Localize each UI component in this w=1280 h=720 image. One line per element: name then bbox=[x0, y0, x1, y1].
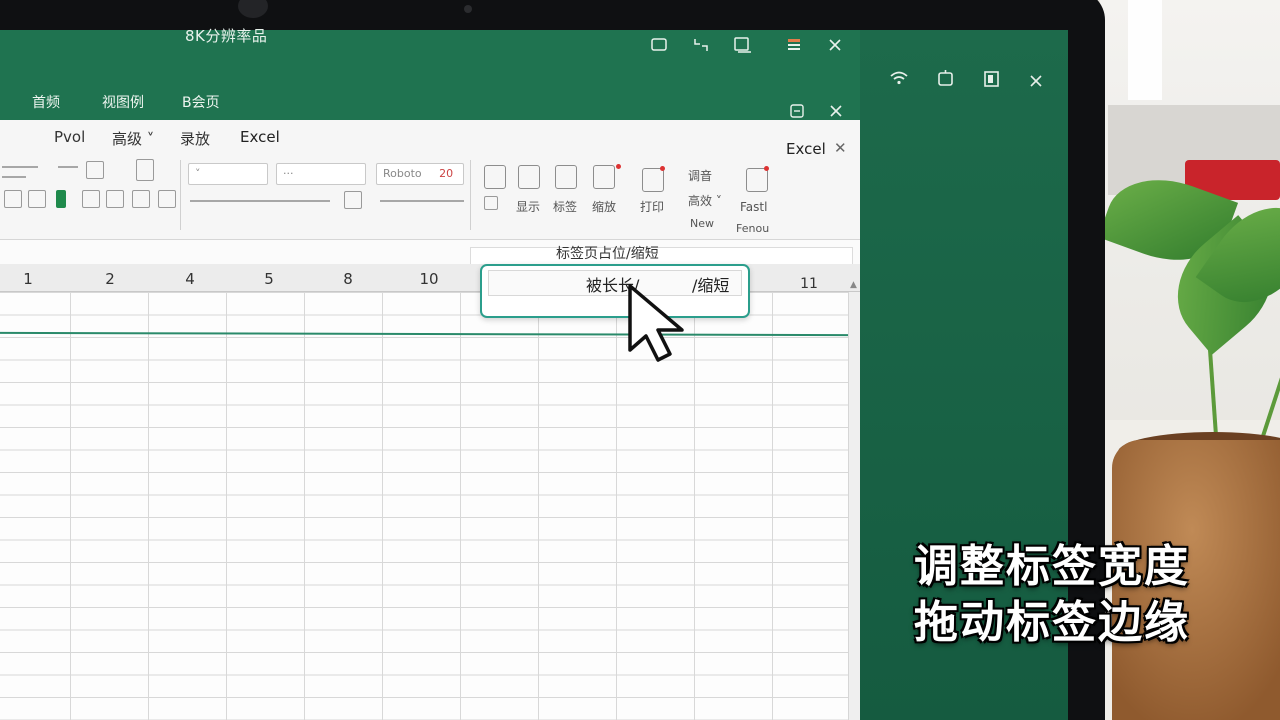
format-icon[interactable] bbox=[28, 190, 46, 208]
divider bbox=[180, 160, 181, 230]
merge-tools[interactable] bbox=[380, 200, 464, 202]
fast-label[interactable]: Fastl bbox=[740, 200, 767, 214]
close-icon[interactable]: ✕ bbox=[834, 139, 847, 157]
present-icon[interactable] bbox=[733, 36, 751, 54]
zoom-icon[interactable] bbox=[593, 165, 615, 189]
font-size: 20 bbox=[439, 167, 454, 180]
efficient-dropdown[interactable]: 高效 ˅ bbox=[688, 192, 722, 209]
caption-line-2: 拖动标签边缘 bbox=[914, 597, 1190, 648]
app-title: 8K分辨率品 bbox=[185, 27, 268, 45]
badge-dot bbox=[616, 164, 621, 169]
window-light bbox=[1128, 0, 1162, 100]
window-icon[interactable] bbox=[937, 69, 955, 87]
group-label[interactable]: 打印 bbox=[640, 198, 664, 215]
column-header[interactable]: 2 bbox=[90, 270, 130, 288]
format-icon[interactable] bbox=[82, 190, 100, 208]
column-header[interactable]: 11 bbox=[789, 276, 829, 292]
format-icon[interactable] bbox=[158, 190, 176, 208]
vertical-scrollbar[interactable] bbox=[848, 292, 860, 720]
panel-icon[interactable] bbox=[983, 70, 1001, 88]
green-fill-icon[interactable] bbox=[56, 190, 66, 208]
spreadsheet-grid[interactable] bbox=[0, 292, 848, 720]
format-icon[interactable] bbox=[4, 190, 22, 208]
close-icon[interactable] bbox=[826, 36, 844, 54]
font-name-field[interactable]: Roboto 20 bbox=[376, 163, 464, 185]
collapse-icon[interactable] bbox=[692, 36, 710, 54]
new-button[interactable]: New bbox=[690, 217, 714, 230]
tab-excel[interactable]: Excel bbox=[240, 128, 280, 146]
excel-badge: Excel bbox=[786, 140, 826, 158]
badge-dot bbox=[764, 166, 769, 171]
display-icon[interactable] bbox=[518, 165, 540, 189]
column-header[interactable]: 8 bbox=[328, 270, 368, 288]
divider bbox=[470, 160, 471, 230]
close-icon[interactable] bbox=[827, 102, 847, 122]
checkbox[interactable] bbox=[484, 196, 498, 210]
tab-advanced[interactable]: 高级 ˅ bbox=[112, 128, 154, 149]
restore-icon[interactable] bbox=[788, 102, 808, 122]
border-tools[interactable] bbox=[190, 200, 330, 202]
menu-item[interactable]: 首频 bbox=[32, 92, 60, 112]
title-bar bbox=[0, 30, 860, 90]
sheet-icon[interactable] bbox=[785, 36, 803, 54]
hint-label: 标签页占位/缩短 bbox=[556, 246, 659, 262]
close-icon[interactable] bbox=[1028, 73, 1044, 89]
print-icon[interactable] bbox=[642, 168, 664, 192]
photo-scene: 8K分辨率品 首频 视图例 B会页 Pvol 高级 ˅ 录放 Excel Exc… bbox=[0, 0, 1280, 720]
menu-item[interactable]: B会页 bbox=[182, 92, 220, 112]
column-header[interactable]: 10 bbox=[409, 270, 449, 288]
tab-record[interactable]: 录放 bbox=[180, 128, 210, 149]
badge-dot bbox=[660, 166, 665, 171]
font-name: Roboto bbox=[383, 167, 422, 180]
dropdown-select[interactable]: ··· bbox=[276, 163, 366, 185]
fenou-label: Fenou bbox=[736, 222, 770, 235]
tag-icon[interactable] bbox=[555, 165, 577, 189]
chat-icon[interactable] bbox=[650, 36, 668, 54]
align-icon[interactable] bbox=[2, 176, 26, 178]
format-icon[interactable] bbox=[132, 190, 150, 208]
group-label[interactable]: 缩放 bbox=[592, 198, 616, 215]
format-icon[interactable] bbox=[106, 190, 124, 208]
wifi-icon[interactable] bbox=[889, 70, 909, 86]
group-label[interactable]: 标签 bbox=[553, 198, 577, 215]
tab-pvol[interactable]: Pvol bbox=[54, 128, 85, 146]
font-box[interactable]: ˅ bbox=[188, 163, 268, 185]
menu-item[interactable]: 视图例 bbox=[102, 92, 144, 112]
sensor-dot bbox=[464, 5, 472, 13]
list-icon[interactable] bbox=[58, 166, 78, 168]
group-label[interactable]: 显示 bbox=[516, 198, 540, 215]
table-icon[interactable] bbox=[86, 161, 104, 179]
fast-icon[interactable] bbox=[746, 168, 768, 192]
align-icon[interactable] bbox=[2, 166, 38, 168]
column-header[interactable]: 4 bbox=[170, 270, 210, 288]
tune-button[interactable]: 调音 bbox=[688, 167, 712, 184]
caption-line-1: 调整标签宽度 bbox=[914, 541, 1190, 592]
border-icon[interactable] bbox=[344, 191, 362, 209]
scroll-up-icon[interactable]: ▲ bbox=[850, 280, 857, 290]
page-icon[interactable] bbox=[136, 159, 154, 181]
display-icon[interactable] bbox=[484, 165, 506, 189]
column-header[interactable]: 1 bbox=[8, 270, 48, 288]
column-header[interactable]: 5 bbox=[249, 270, 289, 288]
mouse-pointer-icon bbox=[628, 284, 684, 362]
